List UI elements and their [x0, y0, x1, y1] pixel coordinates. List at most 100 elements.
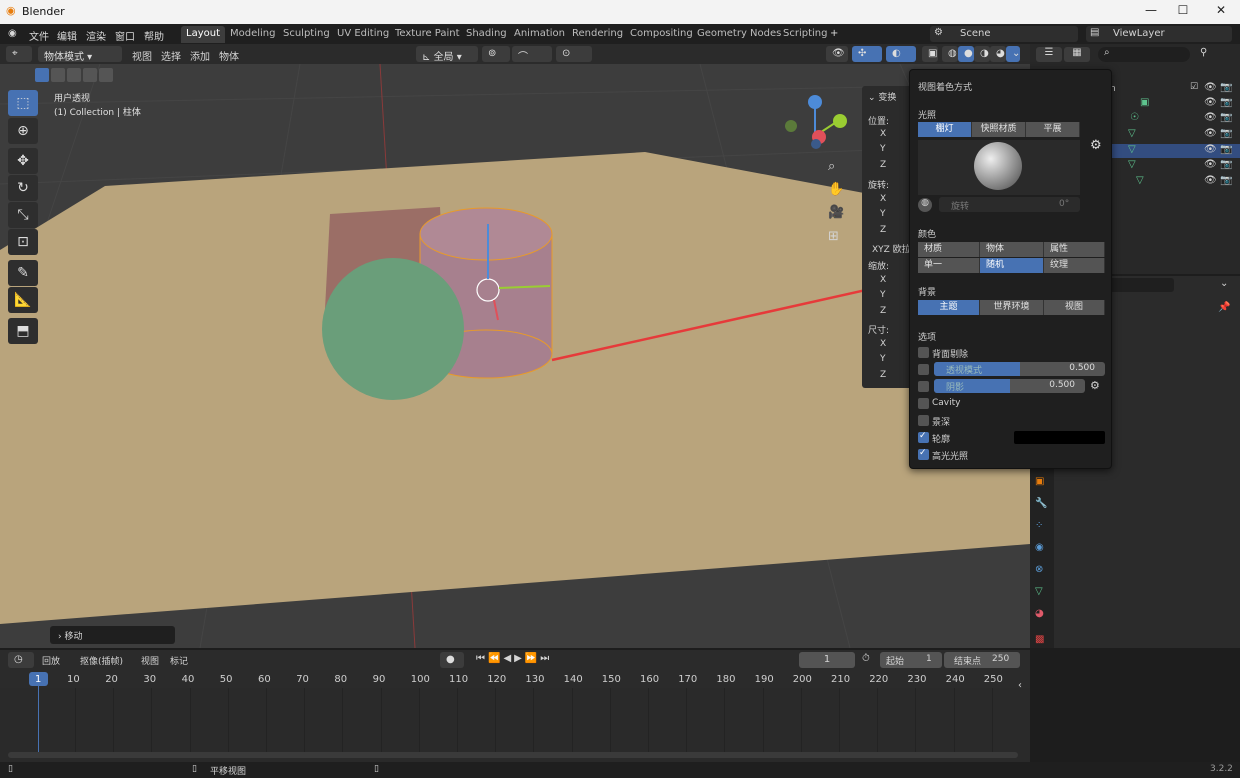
tab-uv-editing[interactable]: UV Editing: [332, 26, 394, 43]
dimensions-x[interactable]: X: [880, 339, 886, 349]
start-frame-field[interactable]: 起始 1: [880, 652, 942, 668]
xray-checkbox[interactable]: [918, 364, 929, 375]
studio-light-preview[interactable]: [918, 140, 1080, 195]
cursor-icon[interactable]: ⊕: [8, 118, 38, 144]
pin-icon[interactable]: 📌: [1218, 302, 1230, 313]
viewlayer-selector[interactable]: ▤ ViewLayer: [1086, 26, 1232, 42]
overlay-toggle-icon[interactable]: ◐: [886, 46, 916, 62]
close-icon[interactable]: ✕: [1206, 3, 1236, 17]
solid-shading-icon[interactable]: ●: [958, 46, 974, 62]
constraints-properties-icon[interactable]: ⊗: [1035, 564, 1043, 575]
visibility-icon[interactable]: 👁: [826, 46, 848, 62]
last-operator-panel[interactable]: › 移动: [50, 626, 175, 644]
timeline-view-menu[interactable]: 视图: [141, 654, 159, 667]
select-intersect-icon[interactable]: [99, 68, 113, 82]
menu-render[interactable]: 渲染: [86, 28, 106, 43]
scale-x[interactable]: X: [880, 275, 886, 285]
rotate-icon[interactable]: ↻: [8, 175, 38, 201]
autokey-record-icon[interactable]: ●: [440, 652, 464, 668]
timeline-scroll-right-icon[interactable]: ‹: [1018, 680, 1022, 691]
select-subtract-icon[interactable]: [67, 68, 81, 82]
proportional-edit-icon[interactable]: ⊙: [556, 46, 592, 62]
outliner-filter-view-icon[interactable]: ▦: [1064, 47, 1090, 62]
snap-icon[interactable]: ⌒: [512, 46, 552, 63]
scale-icon[interactable]: ⤡: [8, 202, 38, 228]
timeline-editor-type-icon[interactable]: ◷: [8, 652, 34, 668]
menu-edit[interactable]: 编辑: [57, 28, 77, 43]
measure-icon[interactable]: 📐: [8, 287, 38, 313]
add-workspace-icon[interactable]: +: [830, 28, 838, 39]
rotation-x[interactable]: X: [880, 194, 886, 204]
gizmo-toggle-icon[interactable]: ✣: [852, 46, 882, 62]
playback-controls[interactable]: ⏮⏪◀▶⏩⏭: [476, 653, 552, 664]
render-camera-icon[interactable]: 📷: [1220, 144, 1232, 155]
tab-texture-paint[interactable]: Texture Paint: [390, 26, 465, 43]
background-theme-button[interactable]: 主题: [918, 300, 980, 315]
timeline-keying-menu[interactable]: 抠像(插帧): [80, 654, 123, 667]
color-material-button[interactable]: 材质: [918, 242, 980, 257]
menu-view[interactable]: 视图: [132, 48, 152, 63]
visibility-eye-icon[interactable]: 👁: [1204, 97, 1217, 108]
timeline-scrollbar[interactable]: [8, 752, 1018, 758]
menu-window[interactable]: 窗口: [115, 28, 135, 43]
mode-dropdown[interactable]: 物体模式 ▾: [38, 46, 122, 63]
transform-header[interactable]: ⌄ 变换: [868, 90, 896, 103]
lighting-matcap-button[interactable]: 快照材质: [972, 122, 1026, 137]
add-cube-icon[interactable]: ⬒: [8, 318, 38, 344]
lighting-flat-button[interactable]: 平展: [1026, 122, 1080, 137]
timeline-playback-menu[interactable]: 回放: [42, 654, 60, 667]
tab-animation[interactable]: Animation: [509, 26, 570, 43]
select-new-icon[interactable]: [35, 68, 49, 82]
render-camera-icon[interactable]: 📷: [1220, 112, 1232, 123]
tab-geometry-nodes[interactable]: Geometry Nodes: [692, 26, 786, 43]
visibility-eye-icon[interactable]: 👁: [1204, 82, 1217, 93]
move-icon[interactable]: ✥: [8, 148, 38, 174]
texture-properties-icon[interactable]: ▩: [1035, 634, 1044, 645]
world-space-lighting-icon[interactable]: ◍: [918, 198, 932, 212]
dof-checkbox[interactable]: [918, 415, 929, 426]
outliner-display-mode-icon[interactable]: ☰: [1036, 47, 1062, 62]
outliner-filter-icon[interactable]: ⚲: [1200, 47, 1207, 58]
xray-alpha-slider[interactable]: 透视模式 0.500: [934, 362, 1105, 376]
current-frame-field[interactable]: 1: [799, 652, 855, 668]
rotation-z[interactable]: Z: [880, 225, 886, 235]
scale-y[interactable]: Y: [880, 290, 886, 300]
pivot-icon[interactable]: ⊚: [482, 46, 510, 62]
color-random-button[interactable]: 随机: [980, 258, 1044, 273]
ortho-grid-icon[interactable]: ⊞: [828, 229, 839, 244]
modifier-properties-icon[interactable]: 🔧: [1035, 498, 1047, 509]
visibility-eye-icon[interactable]: 👁: [1204, 159, 1217, 170]
tab-compositing[interactable]: Compositing: [625, 26, 698, 43]
pan-hand-icon[interactable]: ✋: [828, 182, 844, 197]
dimensions-z[interactable]: Z: [880, 370, 886, 380]
visibility-eye-icon[interactable]: 👁: [1204, 144, 1217, 155]
scene-selector[interactable]: ⚙ Scene: [930, 26, 1078, 42]
editor-type-icon[interactable]: ⌖: [6, 46, 32, 62]
scale-z[interactable]: Z: [880, 306, 886, 316]
camera-view-icon[interactable]: 🎥: [828, 205, 844, 220]
minimize-icon[interactable]: —: [1136, 3, 1166, 17]
render-camera-icon[interactable]: 📷: [1220, 97, 1232, 108]
render-camera-icon[interactable]: 📷: [1220, 82, 1232, 93]
particles-properties-icon[interactable]: ⁘: [1035, 520, 1043, 531]
background-viewport-button[interactable]: 视图: [1044, 300, 1105, 315]
rotation-field[interactable]: 旋转 0°: [939, 197, 1080, 212]
object-properties-icon[interactable]: ▣: [1035, 476, 1044, 487]
background-world-button[interactable]: 世界环境: [980, 300, 1044, 315]
location-z[interactable]: Z: [880, 160, 886, 170]
zoom-icon[interactable]: ⌕: [828, 159, 835, 174]
menu-object[interactable]: 物体: [219, 48, 239, 63]
menu-help[interactable]: 帮助: [144, 28, 164, 43]
material-shading-icon[interactable]: ◑: [974, 46, 990, 62]
wireframe-shading-icon[interactable]: ◍: [942, 46, 958, 62]
outline-color-swatch[interactable]: [1014, 431, 1105, 444]
xray-toggle-icon[interactable]: ▣: [922, 46, 938, 62]
blender-menu-icon[interactable]: ◉: [8, 28, 17, 39]
menu-select[interactable]: 选择: [161, 48, 181, 63]
transform-icon[interactable]: ⊡: [8, 229, 38, 255]
color-single-button[interactable]: 单一: [918, 258, 980, 273]
tab-rendering[interactable]: Rendering: [567, 26, 628, 43]
outliner-search-icon[interactable]: ⌕: [1098, 47, 1190, 62]
orientation-dropdown[interactable]: ⊾ 全局 ▾: [416, 46, 478, 63]
shading-dropdown-icon[interactable]: ⌄: [1006, 46, 1020, 62]
